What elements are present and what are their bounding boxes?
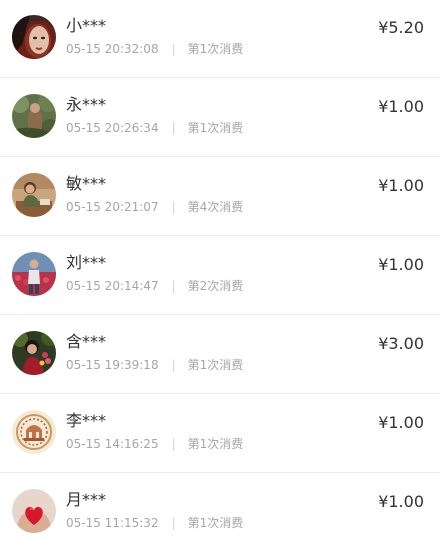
divider: | — [171, 200, 176, 214]
record-amount: ¥1.00 — [378, 176, 424, 195]
user-avatar-icon — [12, 489, 56, 533]
user-name: 小*** — [66, 16, 107, 35]
record-meta: 05-15 20:14:47 | 第2次消费 — [66, 278, 243, 294]
record-count: 第1次消费 — [187, 121, 244, 135]
record-meta: 05-15 20:21:07 | 第4次消费 — [66, 199, 243, 215]
record-amount: ¥1.00 — [378, 492, 424, 511]
record-time: 05-15 19:39:18 — [66, 358, 159, 372]
record-count: 第1次消费 — [187, 437, 244, 451]
user-avatar-icon — [12, 410, 56, 454]
record-amount: ¥1.00 — [378, 255, 424, 274]
list-item[interactable]: 刘*** 05-15 20:14:47 | 第2次消费 ¥1.00 — [0, 237, 440, 315]
record-meta: 05-15 20:32:08 | 第1次消费 — [66, 41, 243, 57]
user-avatar-icon — [12, 252, 56, 296]
user-avatar-icon — [12, 331, 56, 375]
record-time: 05-15 20:26:34 — [66, 121, 159, 135]
record-meta: 05-15 19:39:18 | 第1次消费 — [66, 357, 243, 373]
list-item[interactable]: 李*** 05-15 14:16:25 | 第1次消费 ¥1.00 — [0, 395, 440, 473]
record-time: 05-15 20:14:47 — [66, 279, 159, 293]
record-amount: ¥5.20 — [378, 18, 424, 37]
record-amount: ¥1.00 — [378, 97, 424, 116]
divider: | — [171, 516, 176, 530]
user-name: 永*** — [66, 95, 107, 114]
record-time: 05-15 14:16:25 — [66, 437, 159, 451]
user-avatar-icon — [12, 15, 56, 59]
record-count: 第4次消费 — [187, 200, 244, 214]
list-item[interactable]: 敏*** 05-15 20:21:07 | 第4次消费 ¥1.00 — [0, 158, 440, 236]
list-item[interactable]: 月*** 05-15 11:15:32 | 第1次消费 ¥1.00 — [0, 474, 440, 552]
record-count: 第1次消费 — [187, 516, 244, 530]
divider: | — [171, 437, 176, 451]
record-meta: 05-15 14:16:25 | 第1次消费 — [66, 436, 243, 452]
user-name: 李*** — [66, 411, 107, 430]
record-meta: 05-15 20:26:34 | 第1次消费 — [66, 120, 243, 136]
user-name: 敏*** — [66, 174, 107, 193]
divider: | — [171, 358, 176, 372]
user-name: 含*** — [66, 332, 107, 351]
record-time: 05-15 20:21:07 — [66, 200, 159, 214]
record-count: 第1次消费 — [187, 42, 244, 56]
record-meta: 05-15 11:15:32 | 第1次消费 — [66, 515, 243, 531]
list-item[interactable]: 含*** 05-15 19:39:18 | 第1次消费 ¥3.00 — [0, 316, 440, 394]
record-amount: ¥1.00 — [378, 413, 424, 432]
divider: | — [171, 279, 176, 293]
record-count: 第2次消费 — [187, 279, 244, 293]
user-name: 月*** — [66, 490, 107, 509]
user-avatar-icon — [12, 173, 56, 217]
record-amount: ¥3.00 — [378, 334, 424, 353]
record-time: 05-15 11:15:32 — [66, 516, 159, 530]
list-item[interactable]: 小*** 05-15 20:32:08 | 第1次消费 ¥5.20 — [0, 0, 440, 78]
user-avatar-icon — [12, 94, 56, 138]
consumption-record-list: 小*** 05-15 20:32:08 | 第1次消费 ¥5.20 永*** 05-… — [0, 0, 440, 547]
record-count: 第1次消费 — [187, 358, 244, 372]
record-time: 05-15 20:32:08 — [66, 42, 159, 56]
divider: | — [171, 42, 176, 56]
list-item[interactable]: 永*** 05-15 20:26:34 | 第1次消费 ¥1.00 — [0, 79, 440, 157]
divider: | — [171, 121, 176, 135]
user-name: 刘*** — [66, 253, 107, 272]
